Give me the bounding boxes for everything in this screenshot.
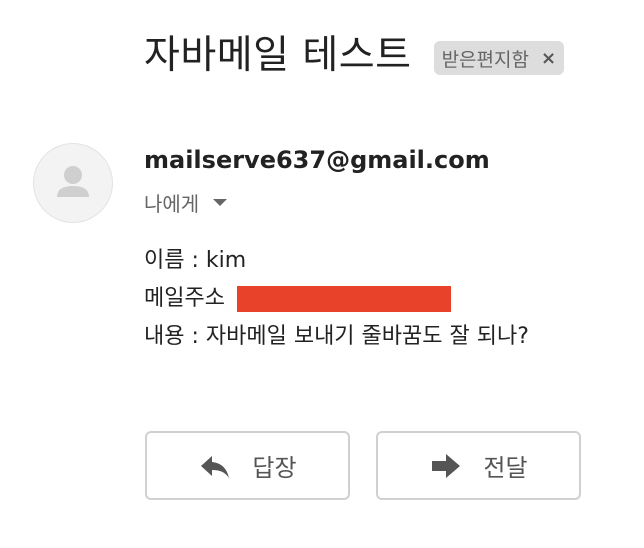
body-email-label: 메일주소: [144, 286, 225, 311]
forward-button[interactable]: 전달: [376, 431, 581, 500]
body-line-email: 메일주소: [144, 280, 529, 318]
body-content-text: 내용 : 자바메일 보내기 줄바꿈도 잘 되나?: [144, 324, 529, 349]
person-icon: [57, 166, 89, 197]
recipient-dropdown[interactable]: 나에게: [144, 188, 228, 217]
forward-label: 전달: [483, 454, 528, 482]
email-body: 이름 : kim 메일주소 내용 : 자바메일 보내기 줄바꿈도 잘 되나?: [144, 242, 529, 356]
body-line-content: 내용 : 자바메일 보내기 줄바꿈도 잘 되나?: [144, 318, 529, 356]
forward-arrow-icon: [432, 453, 461, 478]
sender-email: mailserve637@gmail.com: [144, 146, 490, 174]
reply-arrow-icon: [201, 455, 230, 478]
redacted-email-block: [236, 286, 451, 312]
avatar: [33, 143, 113, 223]
inbox-label-text: 받은편지함: [441, 48, 529, 71]
recipient-label: 나에게: [144, 192, 200, 216]
body-name-text: 이름 : kim: [144, 248, 247, 273]
reply-button[interactable]: 답장: [145, 431, 350, 500]
inbox-label-chip[interactable]: 받은편지함 ×: [433, 41, 565, 75]
body-line-name: 이름 : kim: [144, 242, 529, 280]
reply-label: 답장: [252, 454, 297, 482]
remove-label-icon[interactable]: ×: [541, 48, 556, 69]
caret-down-icon[interactable]: [213, 199, 228, 206]
subject-row: 자바메일 테스트 받은편지함 ×: [144, 30, 565, 82]
email-subject: 자바메일 테스트: [144, 33, 412, 78]
